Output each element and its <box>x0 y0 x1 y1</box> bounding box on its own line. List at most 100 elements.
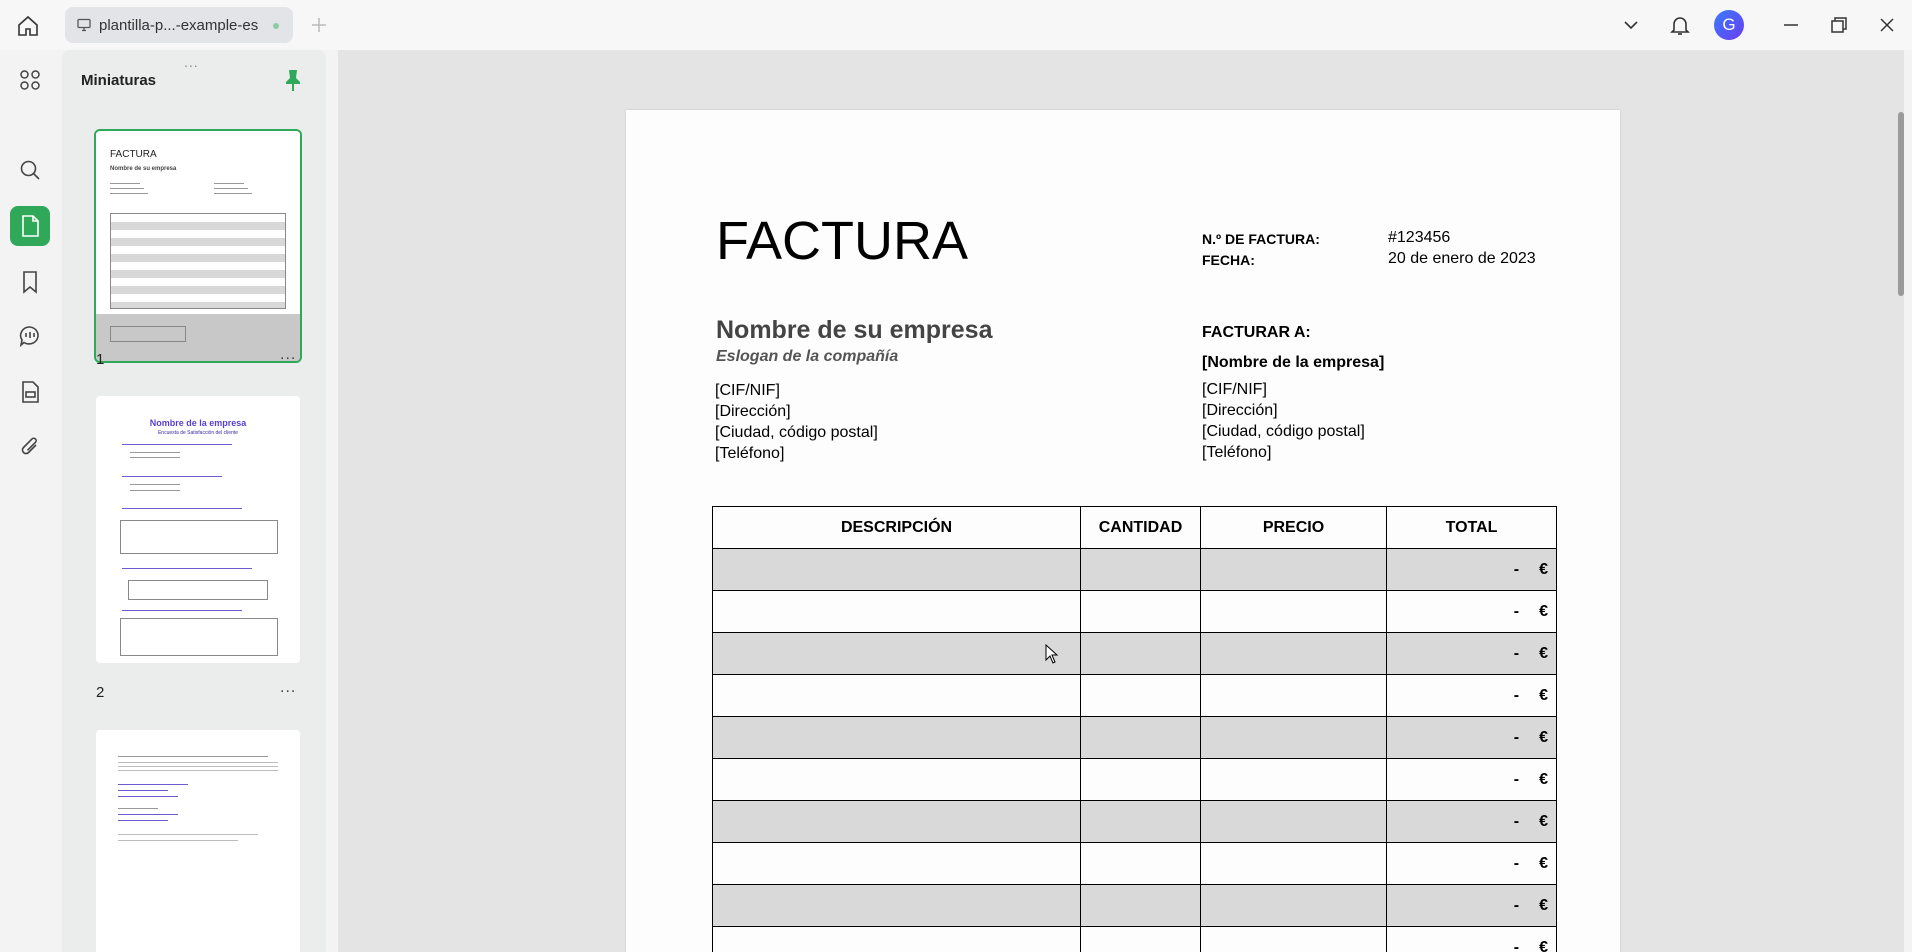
chevron-down-icon[interactable] <box>1616 10 1646 40</box>
quantity-cell[interactable] <box>1080 842 1201 885</box>
table-row: - € <box>712 758 1557 801</box>
billto-line: [Ciudad, código postal] <box>1202 423 1365 440</box>
price-cell[interactable] <box>1200 716 1387 759</box>
description-cell[interactable] <box>712 548 1081 591</box>
bell-icon[interactable] <box>1665 10 1695 40</box>
price-cell[interactable] <box>1200 548 1387 591</box>
quantity-cell[interactable] <box>1080 590 1201 633</box>
total-cell: - € <box>1386 548 1557 591</box>
total-cell: - € <box>1386 674 1557 717</box>
description-cell[interactable] <box>712 758 1081 801</box>
panel-grip[interactable]: ... <box>184 54 199 70</box>
close-icon[interactable] <box>1872 10 1902 40</box>
table-row: - € <box>712 548 1557 591</box>
panel-title: Miniaturas <box>81 72 157 89</box>
billto-line: [Teléfono] <box>1202 444 1272 461</box>
billto-line: [CIF/NIF] <box>1202 381 1267 398</box>
description-cell[interactable] <box>712 800 1081 843</box>
description-cell[interactable] <box>712 674 1081 717</box>
table-row: - € <box>712 800 1557 843</box>
description-cell[interactable] <box>712 842 1081 885</box>
sender-line: [Ciudad, código postal] <box>715 424 878 441</box>
items-table: DESCRIPCIÓN CANTIDAD PRECIO TOTAL - € - € … <box>712 506 1557 952</box>
thumbnails-icon[interactable] <box>10 206 50 246</box>
vertical-scrollbar[interactable] <box>1898 112 1904 296</box>
unsaved-dot <box>273 23 279 29</box>
user-avatar[interactable]: G <box>1714 10 1744 40</box>
pin-icon[interactable] <box>282 68 304 92</box>
mouse-cursor <box>1045 643 1059 664</box>
description-cell[interactable] <box>712 926 1081 952</box>
search-icon[interactable] <box>10 150 50 190</box>
table-row: - € <box>712 716 1557 759</box>
total-cell: - € <box>1386 842 1557 885</box>
new-tab-button[interactable] <box>306 12 332 38</box>
quantity-cell[interactable] <box>1080 716 1201 759</box>
price-cell[interactable] <box>1200 674 1387 717</box>
total-cell: - € <box>1386 758 1557 801</box>
monitor-icon <box>75 16 93 34</box>
price-cell[interactable] <box>1200 590 1387 633</box>
company-slogan: Eslogan de la compañía <box>716 348 899 365</box>
quantity-cell[interactable] <box>1080 758 1201 801</box>
quantity-cell[interactable] <box>1080 884 1201 927</box>
thumbnails-panel: ... Miniaturas FACTURA Nombre de su empr… <box>62 50 326 952</box>
thumbnail-number: 2 <box>96 684 105 701</box>
sender-line: [Dirección] <box>715 403 791 420</box>
invoice-date-label: FECHA: <box>1202 252 1255 268</box>
table-row: - € <box>712 590 1557 633</box>
page-thumbnail-1[interactable]: FACTURA Nombre de su empresa <box>94 129 302 363</box>
restore-icon[interactable] <box>1824 10 1854 40</box>
invoice-date-value: 20 de enero de 2023 <box>1388 250 1536 267</box>
column-header: DESCRIPCIÓN <box>712 506 1081 549</box>
price-cell[interactable] <box>1200 632 1387 675</box>
quantity-cell[interactable] <box>1080 632 1201 675</box>
table-row: - € <box>712 632 1557 675</box>
thumbnail-more-button[interactable]: ... <box>280 346 296 364</box>
description-cell[interactable] <box>712 884 1081 927</box>
price-cell[interactable] <box>1200 926 1387 952</box>
column-header: TOTAL <box>1386 506 1557 549</box>
minimize-icon[interactable] <box>1776 10 1806 40</box>
total-cell: - € <box>1386 800 1557 843</box>
comment-icon[interactable] <box>10 316 50 356</box>
price-cell[interactable] <box>1200 842 1387 885</box>
total-cell: - € <box>1386 716 1557 759</box>
description-cell[interactable] <box>712 632 1081 675</box>
form-fields-icon[interactable] <box>10 372 50 412</box>
page-thumbnail-3[interactable] <box>96 730 300 952</box>
price-cell[interactable] <box>1200 758 1387 801</box>
page-thumbnail-2[interactable]: Nombre de la empresa Encuesta de Satisfa… <box>96 396 300 663</box>
price-cell[interactable] <box>1200 884 1387 927</box>
total-cell: - € <box>1386 884 1557 927</box>
quantity-cell[interactable] <box>1080 674 1201 717</box>
document-tab[interactable]: plantilla-p...-example-es <box>65 7 293 43</box>
apps-grid-icon[interactable] <box>10 60 50 100</box>
quantity-cell[interactable] <box>1080 800 1201 843</box>
thumb-invoice-title: FACTURA <box>110 149 157 160</box>
tab-title: plantilla-p...-example-es <box>99 16 259 34</box>
thumb-survey-title: Nombre de la empresa <box>149 418 247 428</box>
company-name: Nombre de su empresa <box>716 316 993 344</box>
sender-line: [Teléfono] <box>715 445 785 462</box>
total-cell: - € <box>1386 590 1557 633</box>
home-icon[interactable] <box>14 12 42 40</box>
quantity-cell[interactable] <box>1080 926 1201 952</box>
attachment-icon[interactable] <box>10 426 50 466</box>
price-cell[interactable] <box>1200 800 1387 843</box>
billto-line: [Dirección] <box>1202 402 1278 419</box>
quantity-cell[interactable] <box>1080 548 1201 591</box>
sender-line: [CIF/NIF] <box>715 382 780 399</box>
bill-to-address: [CIF/NIF] [Dirección] [Ciudad, código po… <box>1202 379 1365 463</box>
description-cell[interactable] <box>712 716 1081 759</box>
thumbnail-more-button[interactable]: ... <box>280 679 296 697</box>
table-row: - € <box>712 926 1557 952</box>
table-row: - € <box>712 674 1557 717</box>
table-row: - € <box>712 884 1557 927</box>
description-cell[interactable] <box>712 590 1081 633</box>
bookmark-icon[interactable] <box>10 262 50 302</box>
thumb-invoice-company: Nombre de su empresa <box>110 166 177 172</box>
total-cell: - € <box>1386 632 1557 675</box>
bill-to-label: FACTURAR A: <box>1202 324 1311 341</box>
left-tool-rail <box>0 50 60 952</box>
